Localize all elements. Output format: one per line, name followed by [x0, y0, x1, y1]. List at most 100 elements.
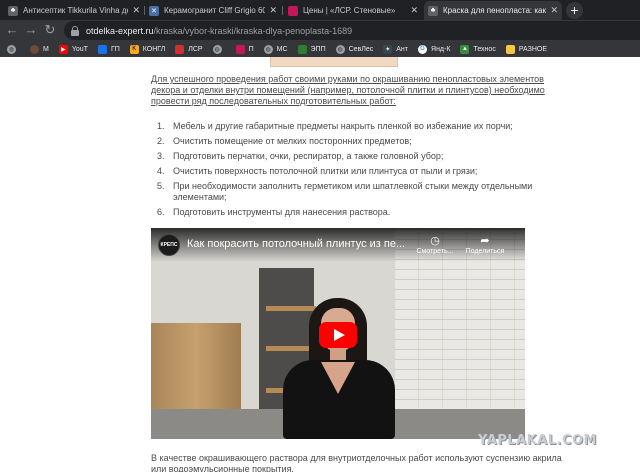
- bookmark-label: M: [43, 45, 49, 53]
- google-icon: G: [418, 44, 428, 54]
- sevles-icon: ◍: [335, 44, 345, 54]
- address-bar[interactable]: otdelka-expert.ru/kraska/vybor-kraski/kr…: [64, 21, 640, 40]
- bookmark-mail[interactable]: M: [30, 44, 49, 54]
- lsr-favicon: [288, 5, 298, 16]
- bookmarks-bar: ◍ M ▶ YouT ГП K КОНГЛ ЛСР ◍ П ◍ МС ЭПП ◍ Сев…: [0, 41, 640, 57]
- clock-icon: ◷: [430, 235, 440, 247]
- play-button-icon[interactable]: [319, 322, 357, 348]
- url-host: otdelka-expert.ru: [86, 25, 154, 36]
- tab-title: Цены | «ЛСР. Стеновые»: [303, 6, 396, 15]
- reload-icon[interactable]: ↻: [42, 22, 58, 38]
- bookmark-label: МС: [276, 45, 288, 53]
- tab-ceramic[interactable]: ✕ Керамогранит Cliff Grigio 60 LA ✕: [145, 1, 281, 20]
- list-text: Подготовить инструменты для нанесения ра…: [173, 207, 391, 217]
- youtube-video-embed[interactable]: КРЕПС Как покрасить потолочный плинтус и…: [151, 228, 525, 439]
- list-text: Подготовить перчатки, очки, респиратор, …: [173, 151, 444, 161]
- list-text: Мебель и другие габаритные предметы накр…: [173, 121, 513, 131]
- tab-strip: ♣ Антисептик Tikkurila Vinha деко ✕ ✕ Ке…: [0, 0, 640, 20]
- gp-icon: [97, 44, 107, 54]
- technos-icon: ▲: [460, 44, 470, 54]
- channel-avatar[interactable]: КРЕПС: [158, 234, 180, 256]
- tab-lsr-prices[interactable]: Цены | «ЛСР. Стеновые» ✕: [284, 1, 422, 20]
- list-number: 1.: [157, 121, 165, 131]
- otdelka-favicon: ♣: [428, 5, 438, 16]
- video-header: КРЕПС Как покрасить потолочный плинтус и…: [151, 228, 525, 262]
- bookmark-label: РАЗНОЕ: [518, 45, 548, 53]
- list-item: 6. Подготовить инструменты для нанесения …: [157, 207, 577, 218]
- tab-divider: [282, 6, 283, 15]
- close-icon[interactable]: ✕: [410, 5, 418, 16]
- bookmark-label: ЭПП: [310, 45, 326, 53]
- list-number: 5.: [157, 181, 165, 191]
- bookmark-folder-raznoe[interactable]: РАЗНОЕ: [505, 44, 548, 54]
- bookmark-label: П: [248, 45, 254, 53]
- bookmark-label: Янд-К: [431, 45, 451, 53]
- article-paragraph: В качестве окрашивающего раствора для вн…: [151, 453, 562, 472]
- bookmark-ms[interactable]: ◍ МС: [263, 44, 288, 54]
- site-watermark: YAPLAKAL.COM: [478, 433, 597, 448]
- bookmark-ant[interactable]: ✦ Ант: [383, 44, 409, 54]
- tab-title: Керамогранит Cliff Grigio 60 LA: [164, 6, 266, 15]
- video-presenter: [269, 298, 409, 439]
- list-number: 3.: [157, 151, 165, 161]
- antiseptic-favicon: ♣: [8, 5, 18, 16]
- bookmark-epp[interactable]: ЭПП: [297, 44, 326, 54]
- bookmark-label: СевЛес: [348, 45, 374, 53]
- list-text: При необходимости заполнить герметиком и…: [173, 181, 533, 202]
- share-icon: ➦: [480, 235, 490, 247]
- url-path: /kraska/vybor-kraski/kraska-dlya-penopla…: [153, 25, 353, 36]
- close-icon[interactable]: ✕: [132, 5, 140, 16]
- bookmark-globe[interactable]: ◍: [7, 44, 20, 54]
- epp-icon: [297, 44, 307, 54]
- list-item: 4. Очистить поверхность потолочной плитки…: [157, 166, 577, 177]
- list-item: 1. Мебель и другие габаритные предметы на…: [157, 121, 577, 132]
- bookmark-kongl[interactable]: K КОНГЛ: [129, 44, 165, 54]
- forward-arrow-icon[interactable]: →: [23, 22, 39, 38]
- lsr-icon: [175, 44, 185, 54]
- toolbar: ← → ↻ otdelka-expert.ru/kraska/vybor-kra…: [0, 20, 640, 41]
- list-number: 4.: [157, 166, 165, 176]
- list-number: 2.: [157, 136, 165, 146]
- bookmark-label: YouT: [71, 45, 88, 53]
- list-item: 2. Очистить помещение от мелких посторонн…: [157, 136, 577, 147]
- globe-icon: ◍: [7, 44, 16, 54]
- bookmark-label: ЛСР: [188, 45, 203, 53]
- bookmark-p[interactable]: П: [235, 44, 254, 54]
- bookmark-youtube[interactable]: ▶ YouT: [58, 44, 88, 54]
- mail-icon: [30, 44, 39, 54]
- share-label: Поделиться: [465, 248, 505, 255]
- tab-title: Краска для пенопласта: какую в: [443, 6, 547, 15]
- lock-icon[interactable]: [70, 25, 80, 36]
- close-icon[interactable]: ✕: [550, 5, 558, 16]
- bookmark-label: Ант: [396, 45, 409, 53]
- globe-icon: ◍: [212, 44, 222, 54]
- list-item: 3. Подготовить перчатки, очки, респиратор…: [157, 151, 577, 162]
- tab-antiseptic[interactable]: ♣ Антисептик Tikkurila Vinha деко ✕: [4, 1, 144, 20]
- new-tab-button[interactable]: +: [566, 2, 583, 19]
- close-icon[interactable]: ✕: [269, 5, 277, 16]
- watch-later-button[interactable]: ◷ Смотреть...: [413, 235, 457, 255]
- kongl-icon: K: [129, 44, 139, 54]
- bookmark-yand-k[interactable]: G Янд-К: [418, 44, 451, 54]
- bookmark-technos[interactable]: ▲ Технос: [460, 44, 496, 54]
- list-item: 5. При необходимости заполнить герметиком…: [157, 181, 577, 203]
- folder-icon: [505, 44, 515, 54]
- bookmark-globe-2[interactable]: ◍: [212, 44, 226, 54]
- preparation-steps-list: 1. Мебель и другие габаритные предметы на…: [157, 121, 577, 222]
- article-lead-paragraph: Для успешного проведения работ своими ру…: [151, 74, 545, 106]
- bookmark-gp[interactable]: ГП: [97, 44, 120, 54]
- list-number: 6.: [157, 207, 165, 217]
- tab-otdelka-active[interactable]: ♣ Краска для пенопласта: какую в ✕: [424, 1, 562, 20]
- bookmark-label: ГП: [110, 45, 120, 53]
- tab-title: Антисептик Tikkurila Vinha деко: [23, 6, 129, 15]
- video-title[interactable]: Как покрасить потолочный плинтус из пе..…: [187, 238, 407, 250]
- share-button[interactable]: ➦ Поделиться: [463, 235, 507, 255]
- ms-icon: ◍: [263, 44, 273, 54]
- bookmark-lsr[interactable]: ЛСР: [175, 44, 203, 54]
- back-arrow-icon[interactable]: ←: [4, 22, 20, 38]
- bookmark-label: Технос: [473, 45, 496, 53]
- ant-icon: ✦: [383, 44, 393, 54]
- bookmark-sevles[interactable]: ◍ СевЛес: [335, 44, 374, 54]
- youtube-icon: ▶: [58, 44, 68, 54]
- ceramic-favicon: ✕: [149, 5, 159, 16]
